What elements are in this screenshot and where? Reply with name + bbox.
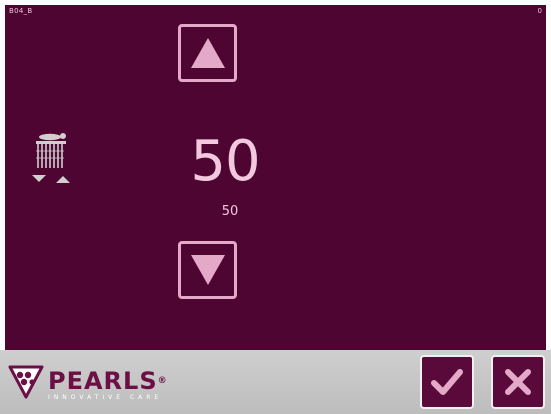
triangle-up-icon <box>190 38 225 68</box>
brand-name: PEARLS® <box>48 367 167 395</box>
registered-mark: ® <box>157 376 167 386</box>
setting-value: 50 <box>190 129 260 194</box>
pearls-logo-icon <box>8 365 44 399</box>
screen-code: B04_B <box>9 7 33 15</box>
footer-bar: PEARLS® INNOVATIVE CARE <box>0 350 551 414</box>
checkmark-icon <box>431 369 463 395</box>
cancel-button[interactable] <box>491 355 545 409</box>
confirm-button[interactable] <box>420 355 474 409</box>
massage-needles-icon <box>32 133 70 183</box>
settings-screen: B04_B 0 50 50 <box>5 5 546 350</box>
close-icon <box>505 369 531 395</box>
screen-counter: 0 <box>537 7 542 15</box>
brand-tagline: INNOVATIVE CARE <box>48 394 163 401</box>
decrease-button[interactable] <box>178 241 237 299</box>
brand-logo: PEARLS® INNOVATIVE CARE <box>8 363 167 401</box>
reference-value: 50 <box>221 204 239 219</box>
triangle-down-icon <box>190 255 225 285</box>
increase-button[interactable] <box>178 24 237 82</box>
